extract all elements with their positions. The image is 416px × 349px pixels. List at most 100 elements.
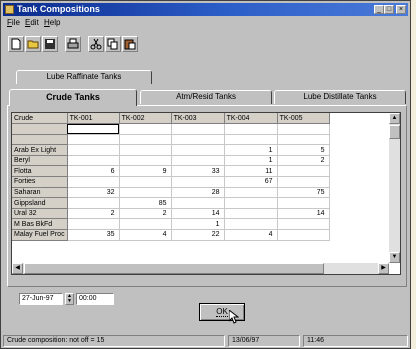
table-cell[interactable]: 28 [171,187,225,199]
open-button[interactable] [25,36,41,52]
title-bar[interactable]: Tank Compositions _ □ × [3,3,408,16]
table-cell[interactable]: 1 [224,144,278,156]
table-cell[interactable]: 14 [171,208,225,220]
table-cell[interactable]: 67 [224,176,278,188]
table-cell[interactable] [67,176,120,188]
table-cell[interactable] [119,144,172,156]
table-cell[interactable] [67,155,120,167]
table-cell[interactable] [277,197,330,209]
table-cell[interactable] [277,218,330,231]
column-header-tank[interactable]: TK-002 [119,113,172,125]
table-cell[interactable] [224,218,278,231]
table-cell[interactable] [224,123,278,135]
table-cell[interactable] [171,134,225,146]
table-cell[interactable]: 85 [119,197,172,209]
table-cell[interactable] [119,218,172,231]
maximize-button[interactable]: □ [384,5,394,14]
table-cell[interactable] [224,134,278,146]
table-cell[interactable]: 2 [67,208,120,220]
scroll-down-button[interactable]: ▼ [389,252,400,263]
table-cell[interactable] [171,197,225,209]
column-header-crude[interactable]: Crude [12,113,68,125]
table-cell[interactable]: 35 [67,229,120,241]
table-cell[interactable] [277,229,330,241]
column-header-tank[interactable]: TK-001 [67,113,120,125]
table-cell[interactable] [119,155,172,167]
table-cell[interactable] [119,187,172,199]
scroll-right-button[interactable]: ▶ [378,263,389,274]
print-button[interactable] [65,36,81,52]
table-cell[interactable] [119,176,172,188]
composition-grid[interactable]: Crude TK-001 TK-002 TK-003 TK-004 TK-005 Arab … [11,112,401,275]
menu-help[interactable]: Help [44,18,60,27]
row-header-crude[interactable]: Beryl [12,155,68,167]
table-cell[interactable] [224,208,278,220]
table-cell[interactable]: 22 [171,229,225,241]
column-header-tank[interactable]: TK-005 [277,113,330,125]
vertical-scrollbar[interactable]: ▲ ▼ [389,113,400,263]
new-button[interactable] [8,36,24,52]
save-button[interactable] [42,36,58,52]
table-cell[interactable]: 32 [67,187,120,199]
table-cell[interactable] [277,165,330,178]
row-header-crude[interactable]: Flotta [12,165,68,178]
table-cell[interactable]: 11 [224,165,278,178]
table-cell[interactable] [67,123,120,135]
table-cell[interactable] [277,134,330,146]
row-header-crude[interactable]: Forties [12,176,68,188]
table-cell[interactable]: 5 [277,144,330,156]
table-cell[interactable]: 1 [171,218,225,231]
row-header-crude[interactable]: M Bas BkFd [12,218,68,231]
column-header-tank[interactable]: TK-004 [224,113,278,125]
table-cell[interactable] [67,144,120,156]
table-cell[interactable] [67,197,120,209]
scroll-up-button[interactable]: ▲ [389,113,400,124]
table-cell[interactable]: 2 [119,208,172,220]
paste-button[interactable] [122,36,138,52]
table-cell[interactable] [119,123,172,135]
table-cell[interactable] [277,176,330,188]
date-input[interactable]: 27-Jun-97 [19,293,63,305]
table-cell[interactable]: 33 [171,165,225,178]
menu-edit[interactable]: Edit [25,18,39,27]
table-cell[interactable]: 1 [224,155,278,167]
row-header-crude[interactable]: Arab Ex Light [12,144,68,156]
table-cell[interactable] [171,144,225,156]
spin-down-icon[interactable]: ▼ [66,299,73,304]
table-cell[interactable]: 75 [277,187,330,199]
copy-button[interactable] [105,36,121,52]
menu-file[interactable]: File [7,18,20,27]
column-header-tank[interactable]: TK-003 [171,113,225,125]
time-input[interactable]: 00:00 [76,293,114,305]
row-header-crude[interactable]: Ural 32 [12,208,68,220]
table-cell[interactable]: 14 [277,208,330,220]
vertical-scroll-thumb[interactable] [389,125,400,139]
row-header-crude[interactable] [12,123,68,135]
date-spinner[interactable]: ▲ ▼ [65,293,74,305]
table-cell[interactable] [224,187,278,199]
table-cell[interactable]: 4 [224,229,278,241]
table-cell[interactable]: 6 [67,165,120,178]
horizontal-scrollbar[interactable]: ◀ ▶ [12,263,389,274]
table-cell[interactable] [171,123,225,135]
horizontal-scroll-thumb[interactable] [24,263,324,274]
row-header-crude[interactable] [12,134,68,146]
row-header-crude[interactable]: Saharan [12,187,68,199]
table-cell[interactable] [277,123,330,135]
table-cell[interactable] [224,197,278,209]
close-button[interactable]: × [396,5,406,14]
table-cell[interactable] [67,134,120,146]
tab-crude-tanks[interactable]: Crude Tanks [9,89,137,106]
tab-atm-resid-tanks[interactable]: Atm/Resid Tanks [140,90,272,104]
table-cell[interactable]: 2 [277,155,330,167]
table-cell[interactable] [119,134,172,146]
table-cell[interactable]: 4 [119,229,172,241]
tab-lube-distillate-tanks[interactable]: Lube Distillate Tanks [274,90,406,104]
tab-lube-raffinate-tanks[interactable]: Lube Raffinate Tanks [16,70,152,84]
table-cell[interactable] [67,218,120,231]
row-header-crude[interactable]: Gippsland [12,197,68,209]
scroll-left-button[interactable]: ◀ [12,263,23,274]
table-cell[interactable]: 9 [119,165,172,178]
table-cell[interactable] [171,155,225,167]
minimize-button[interactable]: _ [374,5,384,14]
